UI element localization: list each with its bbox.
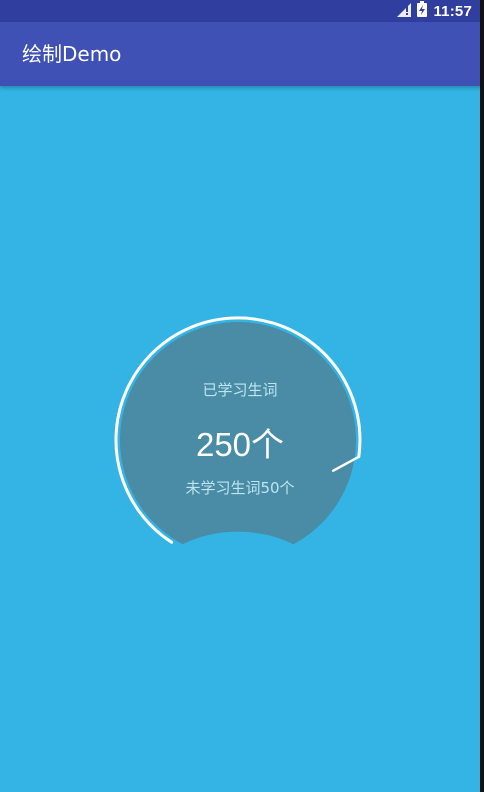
phone-screen: 11:57 绘制Demo 已学习生词 250个 未学习生词50个 bbox=[0, 0, 484, 792]
signal-icon bbox=[397, 2, 412, 21]
status-time: 11:57 bbox=[433, 2, 472, 20]
vocabulary-gauge: 已学习生词 250个 未学习生词50个 bbox=[100, 300, 380, 560]
learned-words-count: 250个 bbox=[195, 426, 285, 463]
app-title: 绘制Demo bbox=[22, 42, 122, 66]
battery-charging-icon bbox=[417, 1, 428, 21]
status-icons: 11:57 bbox=[397, 0, 472, 22]
app-bar: 绘制Demo bbox=[0, 22, 484, 86]
main-content: 已学习生词 250个 未学习生词50个 bbox=[0, 86, 484, 792]
screen-edge bbox=[480, 0, 484, 792]
status-bar: 11:57 bbox=[0, 0, 484, 22]
learned-words-label: 已学习生词 bbox=[202, 381, 278, 399]
unlearned-words-label: 未学习生词50个 bbox=[185, 479, 295, 497]
